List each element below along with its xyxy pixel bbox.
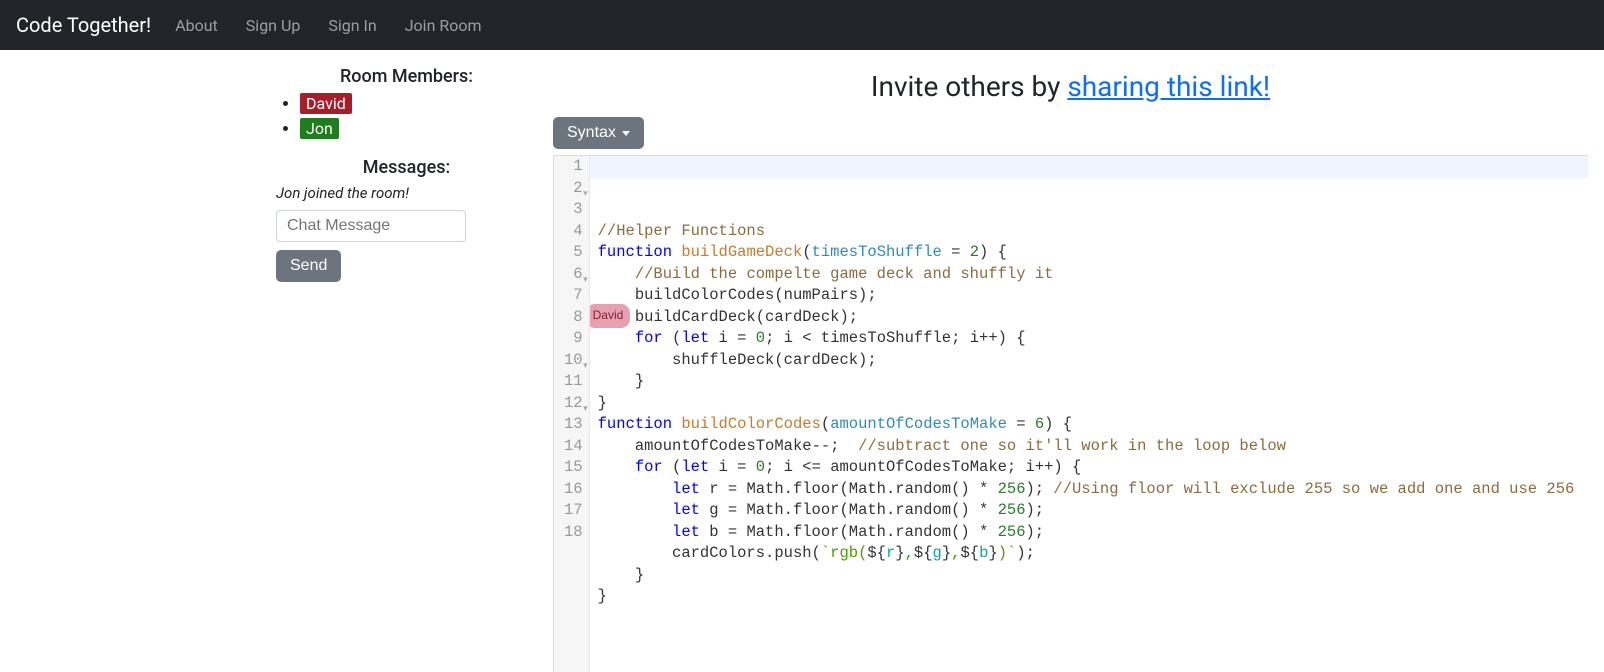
editor-code[interactable]: //Helper Functionsfunction buildGameDeck… — [590, 156, 1588, 672]
member-badge: Jon — [300, 118, 339, 139]
code-line[interactable]: function buildGameDeck(timesToShuffle = … — [598, 242, 1588, 264]
code-line[interactable]: for (let i = 0; i < timesToShuffle; i++)… — [598, 328, 1588, 350]
code-line[interactable]: let r = Math.floor(Math.random() * 256);… — [598, 479, 1588, 501]
chevron-down-icon — [622, 131, 630, 136]
code-line[interactable]: } — [598, 565, 1588, 587]
gutter-line: 4 — [564, 221, 583, 243]
gutter-line: 12▾ — [564, 393, 583, 415]
gutter-line: 15 — [564, 457, 583, 479]
nav-link-signup[interactable]: Sign Up — [246, 16, 301, 35]
code-line[interactable]: } — [598, 586, 1588, 608]
member-badge: David — [300, 93, 352, 114]
member-item: Jon — [300, 118, 537, 139]
code-line[interactable]: function buildColorCodes(amountOfCodesTo… — [598, 414, 1588, 436]
code-line[interactable]: for (let i = 0; i <= amountOfCodesToMake… — [598, 457, 1588, 479]
gutter-line: 17 — [564, 500, 583, 522]
invite-link[interactable]: sharing this link! — [1067, 70, 1270, 103]
code-line[interactable]: let b = Math.floor(Math.random() * 256); — [598, 522, 1588, 544]
gutter-line: 6▾ — [564, 264, 583, 286]
fold-toggle-icon[interactable]: ▾ — [583, 184, 588, 206]
main-area: Invite others by sharing this link! Synt… — [545, 66, 1604, 672]
invite-prefix: Invite others by — [871, 70, 1067, 103]
gutter-line: 16 — [564, 479, 583, 501]
syntax-label: Syntax — [567, 124, 616, 142]
code-line[interactable]: } — [598, 371, 1588, 393]
code-line[interactable]: shuffleDeck(cardDeck); — [598, 350, 1588, 372]
code-line[interactable]: buildCardDeck(cardDeck); — [598, 307, 1588, 329]
gutter-line: 9 — [564, 328, 583, 350]
gutter-line: 2▾ — [564, 178, 583, 200]
gutter-line: 7 — [564, 285, 583, 307]
sidebar: Room Members: David Jon Messages: Jon joi… — [260, 66, 545, 672]
navbar-brand[interactable]: Code Together! — [16, 13, 151, 37]
messages-heading: Messages: — [276, 157, 537, 178]
active-line-highlight — [590, 156, 1588, 178]
code-line[interactable]: amountOfCodesToMake--; //subtract one so… — [598, 436, 1588, 458]
code-line[interactable]: buildColorCodes(numPairs); — [598, 285, 1588, 307]
fold-toggle-icon[interactable]: ▾ — [583, 356, 588, 378]
fold-toggle-icon[interactable]: ▾ — [583, 399, 588, 421]
remote-cursor-badge: David — [590, 304, 631, 328]
gutter-line: 5 — [564, 242, 583, 264]
code-line[interactable]: //Helper Functions — [598, 221, 1588, 243]
nav-link-signin[interactable]: Sign In — [328, 16, 376, 35]
gutter-line: 1 — [564, 156, 583, 178]
syntax-dropdown-button[interactable]: Syntax — [553, 117, 644, 149]
nav-link-joinroom[interactable]: Join Room — [405, 16, 482, 35]
gutter-line: 8 — [564, 307, 583, 329]
gutter-line: 13 — [564, 414, 583, 436]
gutter-line: 14 — [564, 436, 583, 458]
gutter-line: 3 — [564, 199, 583, 221]
editor-gutter: 12▾3456▾78910▾1112▾131415161718 — [554, 156, 590, 672]
gutter-line: 10▾ — [564, 350, 583, 372]
nav-link-about[interactable]: About — [175, 16, 218, 35]
code-line[interactable]: //Build the compelte game deck and shuff… — [598, 264, 1588, 286]
fold-toggle-icon[interactable]: ▾ — [583, 270, 588, 292]
member-item: David — [300, 93, 537, 114]
code-line[interactable]: let g = Math.floor(Math.random() * 256); — [598, 500, 1588, 522]
members-list: David Jon — [276, 93, 537, 139]
code-line[interactable]: cardColors.push(`rgb(${r},${g},${b})`); — [598, 543, 1588, 565]
navbar: Code Together! About Sign Up Sign In Joi… — [0, 0, 1604, 50]
gutter-line: 18 — [564, 522, 583, 544]
members-heading: Room Members: — [276, 66, 537, 87]
code-line[interactable]: } — [598, 393, 1588, 415]
message-item: Jon joined the room! — [276, 184, 537, 202]
gutter-line: 11 — [564, 371, 583, 393]
send-button[interactable]: Send — [276, 250, 341, 282]
invite-heading: Invite others by sharing this link! — [553, 70, 1588, 103]
messages-list: Jon joined the room! — [276, 184, 537, 202]
code-editor[interactable]: 12▾3456▾78910▾1112▾131415161718 //Helper… — [553, 155, 1588, 672]
chat-input[interactable] — [276, 210, 466, 242]
